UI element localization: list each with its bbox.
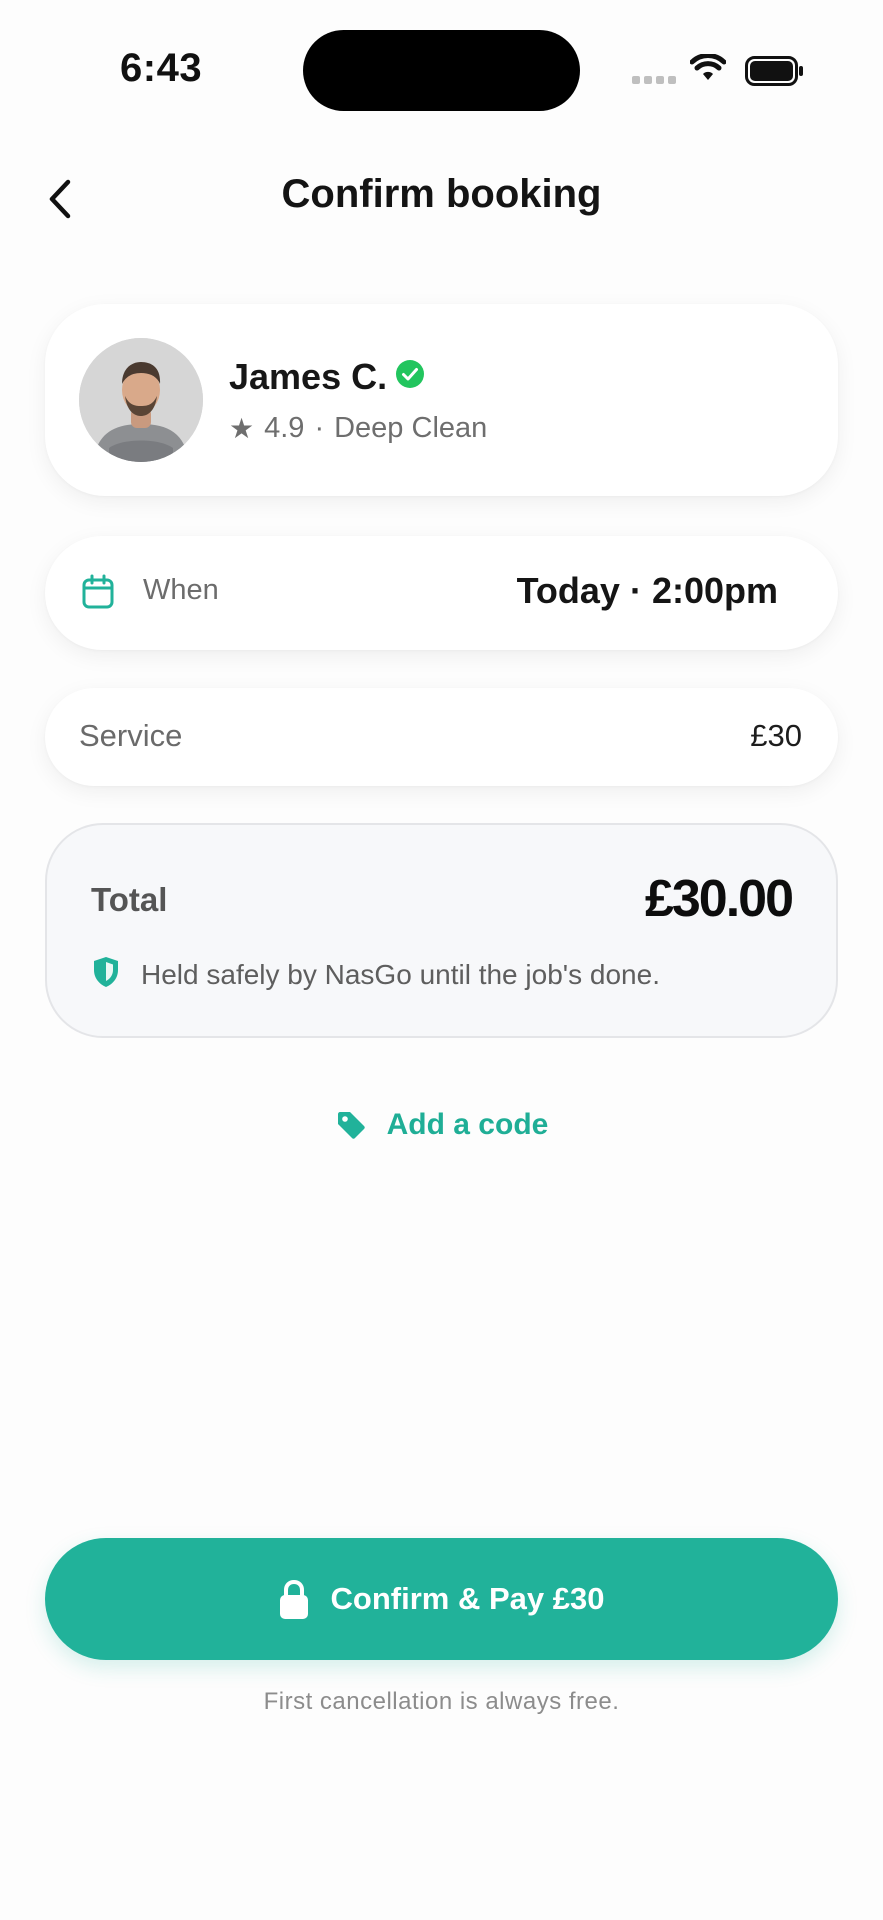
- shield-icon: [94, 957, 118, 987]
- add-code-label: Add a code: [386, 1108, 549, 1141]
- provider-meta: ★ 4.9 · Deep Clean: [229, 412, 487, 445]
- verified-check-icon: [396, 360, 424, 388]
- star-icon: ★: [229, 413, 255, 444]
- cancellation-note: First cancellation is always free.: [263, 1688, 620, 1715]
- lock-icon: [279, 1579, 308, 1619]
- when-card[interactable]: When Today · 2:00pm: [45, 536, 838, 650]
- provider-service-type: Deep Clean: [334, 412, 488, 444]
- status-time: 6:43: [120, 46, 203, 90]
- cellular-signal-icon: [632, 76, 676, 84]
- total-amount: £30.00: [644, 870, 794, 928]
- wifi-icon: [690, 54, 726, 80]
- when-value: Today · 2:00pm: [516, 570, 778, 611]
- meta-separator: ·: [314, 412, 325, 444]
- tag-icon: [337, 1112, 365, 1139]
- provider-name: James C.: [229, 356, 388, 397]
- escrow-note: Held safely by NasGo until the job's don…: [141, 959, 660, 990]
- calendar-icon: [82, 574, 114, 609]
- status-bar: 6:43: [0, 0, 883, 140]
- confirm-pay-button[interactable]: Confirm & Pay £30: [45, 1538, 838, 1660]
- page-title: Confirm booking: [281, 172, 602, 216]
- service-label: Service: [79, 718, 183, 753]
- dynamic-island: [303, 30, 580, 111]
- confirm-pay-label: Confirm & Pay £30: [330, 1581, 605, 1616]
- provider-rating: 4.9: [264, 412, 305, 444]
- add-code-link[interactable]: Add a code: [0, 1108, 883, 1142]
- when-label: When: [143, 574, 219, 606]
- service-card: Service £30: [45, 688, 838, 786]
- total-card: Total £30.00 Held safely by NasGo until …: [45, 823, 838, 1038]
- battery-icon: [745, 56, 803, 86]
- avatar: [79, 338, 203, 462]
- service-price: £30: [750, 718, 802, 753]
- provider-card[interactable]: James C. ★ 4.9 · Deep Clean: [45, 304, 838, 496]
- total-label: Total: [91, 881, 168, 918]
